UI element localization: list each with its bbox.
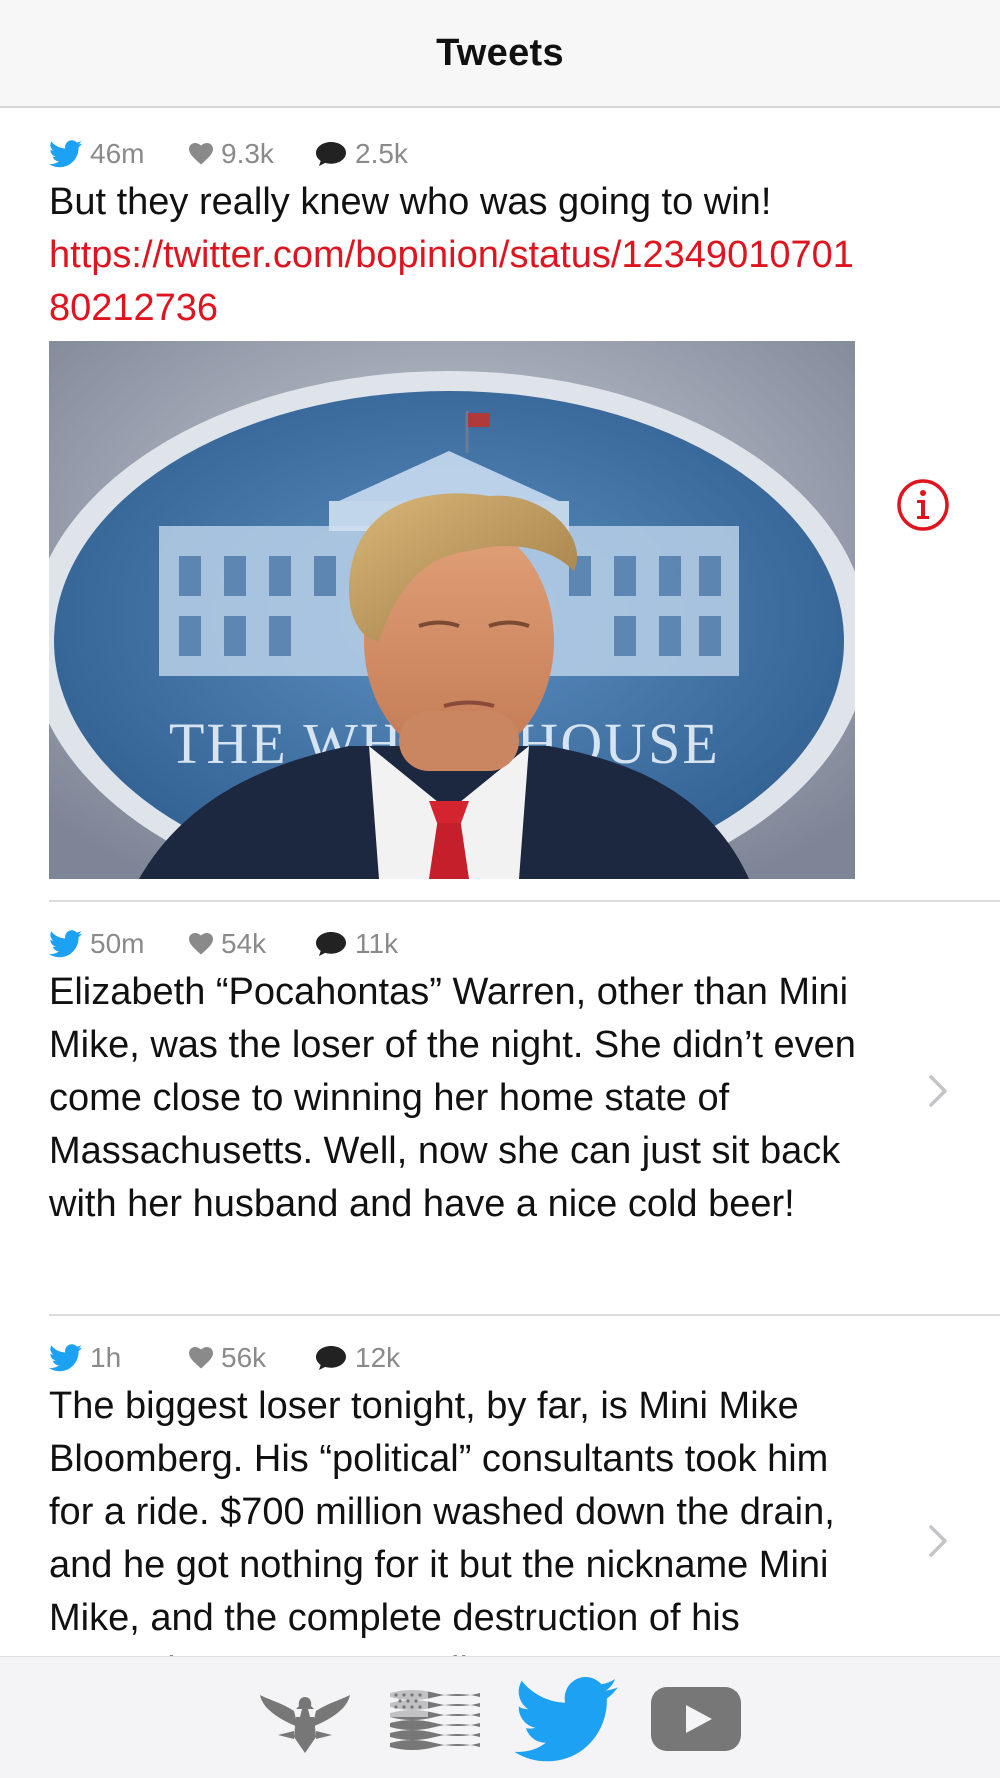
tweet-text: The biggest loser tonight, by far, is Mi… (49, 1385, 835, 1656)
twitter-bird-icon (49, 1344, 82, 1372)
speech-bubble-icon (316, 932, 346, 956)
page-title: Tweets (436, 31, 564, 74)
heart-icon (189, 143, 213, 165)
heart-icon (189, 933, 213, 955)
tab-bar (0, 1656, 1000, 1778)
tweet-meta: 1h 56k 12k (49, 1336, 860, 1380)
navigation-bar: Tweets (0, 0, 1000, 108)
youtube-play-icon[interactable] (650, 1685, 742, 1753)
eagle-icon[interactable] (258, 1687, 352, 1755)
tweet-comments: 2.5k (355, 138, 408, 169)
speech-bubble-icon (316, 1346, 346, 1370)
tweet-likes: 56k (221, 1342, 267, 1373)
speech-bubble-icon (316, 142, 346, 166)
chevron-right-icon[interactable] (928, 1524, 948, 1558)
tweet-time: 50m (90, 928, 145, 959)
flag-icon[interactable] (388, 1687, 482, 1753)
twitter-bird-icon (49, 930, 82, 958)
tweet-photo[interactable]: THE WHITE HOUSE (49, 341, 855, 879)
tweet-item[interactable]: 46m 9.3k 2.5k But they really knew who w… (0, 110, 1000, 900)
tweet-likes: 9.3k (221, 138, 274, 169)
tweet-meta: 46m 9.3k 2.5k (49, 132, 860, 176)
twitter-bird-icon (49, 140, 82, 168)
tweet-meta: 50m 54k 11k (49, 922, 860, 966)
tweet-time: 46m (90, 138, 145, 169)
info-icon[interactable] (896, 478, 950, 532)
tweet-text: Elizabeth “Pocahontas” Warren, other tha… (49, 971, 856, 1225)
tweet-link[interactable]: https://twitter.com/bopinion/status/1234… (49, 229, 860, 335)
twitter-bird-icon[interactable] (514, 1677, 618, 1763)
tweet-text: But they really knew who was going to wi… (49, 181, 772, 223)
press-briefing-image: THE WHITE HOUSE (49, 341, 855, 879)
tweet-likes: 54k (221, 928, 267, 959)
chevron-right-icon[interactable] (928, 1074, 948, 1108)
tweet-comments: 12k (355, 1342, 401, 1373)
tweet-item[interactable]: 50m 54k 11k Elizabeth “Pocahontas” Warre… (0, 900, 1000, 1314)
tweet-time: 1h (90, 1342, 122, 1373)
tweet-comments: 11k (355, 928, 399, 959)
tweet-item[interactable]: 1h 56k 12k The biggest loser tonight, by… (0, 1314, 1000, 1656)
tweet-feed[interactable]: 46m 9.3k 2.5k But they really knew who w… (0, 110, 1000, 1656)
heart-icon (189, 1347, 213, 1369)
